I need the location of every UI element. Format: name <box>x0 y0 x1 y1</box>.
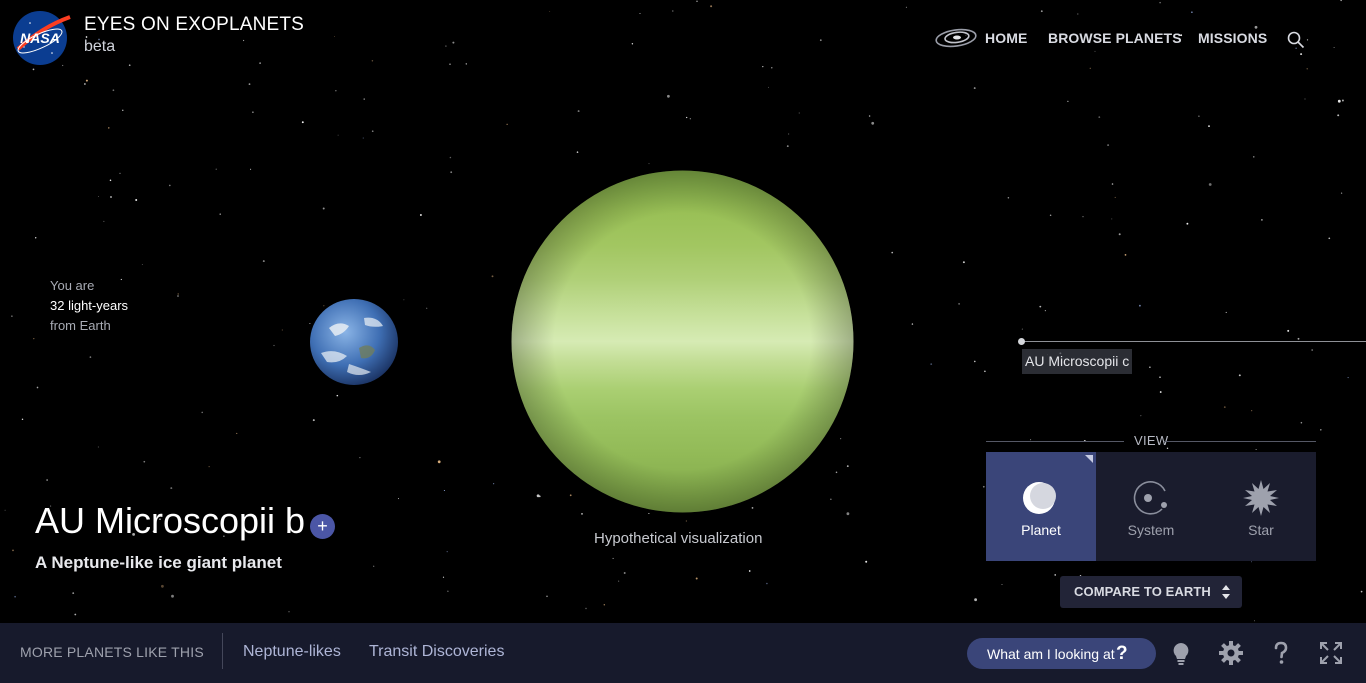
earth-globe[interactable] <box>309 298 399 386</box>
visualization-caption: Hypothetical visualization <box>594 530 763 547</box>
app-subtitle: beta <box>84 38 116 55</box>
view-star-label: Star <box>1248 522 1274 538</box>
distance-readout: You are 32 light-years from Earth <box>50 276 128 336</box>
neighbor-planet-label[interactable]: AU Microscopii c <box>1022 349 1133 374</box>
view-system-button[interactable]: System <box>1096 452 1206 561</box>
distance-line-3: from Earth <box>50 318 111 333</box>
what-am-i-looking-at-button[interactable]: What am I looking at ? <box>967 638 1156 669</box>
compare-to-earth-dropdown[interactable]: COMPARE TO EARTH <box>1060 576 1242 608</box>
active-corner-indicator <box>1085 455 1093 463</box>
planet-icon <box>1023 482 1056 514</box>
search-icon[interactable] <box>1286 30 1306 50</box>
star-icon <box>1243 480 1279 516</box>
link-transit-discoveries[interactable]: Transit Discoveries <box>369 643 504 661</box>
help-icon[interactable] <box>1268 640 1294 666</box>
bottom-bar: MORE PLANETS LIKE THIS Neptune-likes Tra… <box>0 623 1366 683</box>
gear-icon[interactable] <box>1218 640 1244 666</box>
planet-au-mic-b[interactable] <box>511 170 854 513</box>
planet-name: AU Microscopii b <box>35 500 306 541</box>
sort-arrows-icon <box>1222 585 1230 599</box>
view-system-label: System <box>1127 522 1175 538</box>
lightbulb-icon[interactable] <box>1168 640 1194 666</box>
compare-label: COMPARE TO EARTH <box>1074 584 1211 599</box>
view-planet-button[interactable]: Planet <box>986 452 1096 561</box>
link-neptune-likes[interactable]: Neptune-likes <box>243 643 341 661</box>
what-label: What am I looking at <box>987 646 1115 662</box>
view-header: VIEW <box>986 433 1316 449</box>
app-title: EYES ON EXOPLANETS <box>84 14 305 35</box>
view-selector: Planet System Star <box>986 452 1316 561</box>
planet-description: A Neptune-like ice giant planet <box>35 553 282 572</box>
add-planet-button[interactable]: + <box>310 514 335 539</box>
neighbor-planet-dot[interactable] <box>1018 338 1025 345</box>
orbit-marker-line <box>1021 341 1366 342</box>
fullscreen-icon[interactable] <box>1318 640 1344 666</box>
nasa-logo[interactable]: NASA <box>12 9 72 67</box>
view-planet-label: Planet <box>1021 522 1061 538</box>
nav-missions[interactable]: MISSIONS <box>1198 30 1267 46</box>
system-icon <box>1133 481 1167 515</box>
view-star-button[interactable]: Star <box>1206 452 1316 561</box>
bottom-divider <box>222 633 223 669</box>
galaxy-icon[interactable] <box>934 27 978 49</box>
nav-home[interactable]: HOME <box>985 30 1027 46</box>
more-planets-label: MORE PLANETS LIKE THIS <box>20 644 204 660</box>
distance-line-1: You are <box>50 278 95 293</box>
logo-text: NASA <box>20 30 60 46</box>
question-mark-icon: ? <box>1116 643 1128 664</box>
nav-browse-planets[interactable]: BROWSE PLANETS <box>1048 30 1182 46</box>
distance-value: 32 light-years <box>50 298 129 313</box>
